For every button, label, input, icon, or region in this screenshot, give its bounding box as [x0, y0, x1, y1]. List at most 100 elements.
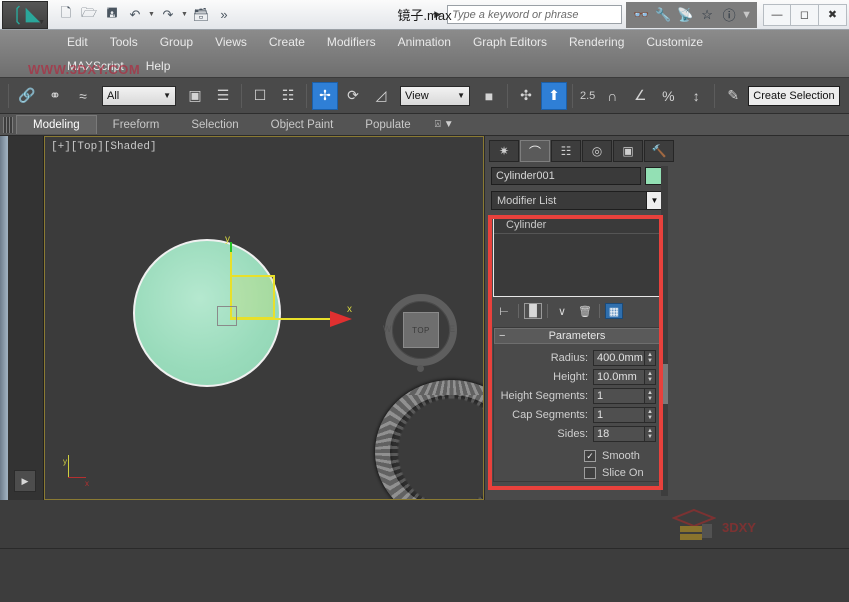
height-segments-spinner[interactable]: ▲▼	[645, 388, 656, 404]
satellite-icon[interactable]: 📡	[675, 5, 695, 25]
reference-coordinate-dropdown[interactable]: View ▼	[400, 86, 470, 106]
select-and-rotate-icon[interactable]: ⟳	[340, 82, 366, 110]
viewport-label[interactable]: [+][Top][Shaded]	[51, 141, 157, 153]
unlink-icon[interactable]: ⚭	[42, 82, 68, 110]
height-spinner[interactable]: ▲▼	[645, 369, 656, 385]
snaps-toggle-icon[interactable]: ⬆	[541, 82, 567, 110]
height-segments-input[interactable]: 1	[593, 388, 645, 404]
select-and-manipulate-icon[interactable]: ✣	[513, 82, 539, 110]
menu-customize[interactable]: Customize	[635, 35, 714, 49]
tab-freeform[interactable]: Freeform	[97, 116, 176, 134]
expand-panel-button[interactable]: ▶	[14, 470, 36, 492]
menu-edit[interactable]: Edit	[56, 35, 99, 49]
utilities-tab[interactable]: 🔨	[644, 140, 674, 162]
close-button[interactable]: ✖	[819, 4, 847, 26]
open-icon[interactable]: 🗁	[79, 5, 99, 25]
wrench-icon[interactable]: 🔧	[653, 5, 673, 25]
star-icon[interactable]: ☆	[697, 5, 717, 25]
spinner-snap-icon[interactable]: ↕	[683, 82, 709, 110]
undo-icon[interactable]: ↶	[125, 5, 145, 25]
smooth-checkbox[interactable]: ✓	[584, 450, 596, 462]
menu-graph-editors[interactable]: Graph Editors	[462, 35, 558, 49]
show-end-result-icon[interactable]: █	[524, 303, 542, 319]
bind-space-warp-icon[interactable]: ≈	[70, 82, 96, 110]
ribbon-options-dropdown[interactable]: ⍓ ▼	[435, 119, 454, 130]
ribbon-grip[interactable]	[3, 117, 13, 133]
menu-tools[interactable]: Tools	[99, 35, 149, 49]
command-panel-scrollbar[interactable]	[661, 166, 668, 496]
menu-help[interactable]: Help	[135, 59, 182, 73]
gizmo-center-box[interactable]	[217, 306, 237, 326]
app-menu-button[interactable]: ❲◣ ▼	[2, 1, 48, 29]
make-unique-icon[interactable]: ∨	[553, 303, 571, 319]
viewport-top[interactable]: [+][Top][Shaded] y x TOP W E	[44, 136, 484, 500]
cap-segments-spinner[interactable]: ▲▼	[645, 407, 656, 423]
search-input[interactable]: Type a keyword or phrase	[447, 5, 622, 24]
stack-item-cylinder[interactable]: Cylinder	[494, 218, 660, 234]
titlebar-expand-icon[interactable]: ▶	[428, 9, 447, 20]
view-cube-face[interactable]: TOP	[403, 312, 439, 348]
view-cube[interactable]: TOP W E	[385, 294, 457, 366]
menu-create[interactable]: Create	[258, 35, 316, 49]
select-by-name-icon[interactable]: ☰	[210, 82, 236, 110]
modify-tab[interactable]: ⌒	[520, 140, 550, 162]
parameters-rollout-header[interactable]: − Parameters	[494, 328, 660, 344]
remove-modifier-icon[interactable]: 🗑	[576, 303, 594, 319]
height-input[interactable]: 10.0mm	[593, 369, 645, 385]
maximize-button[interactable]: ◻	[791, 4, 819, 26]
modifier-stack[interactable]: Cylinder	[493, 215, 661, 297]
menu-modifiers[interactable]: Modifiers	[316, 35, 387, 49]
qat-more-icon[interactable]: »	[214, 5, 234, 25]
angle-snap-icon[interactable]: ∠	[627, 82, 653, 110]
use-pivot-center-icon[interactable]: ■	[476, 82, 502, 110]
minimize-button[interactable]: —	[763, 4, 791, 26]
configure-modifier-sets-icon[interactable]: ▦	[605, 303, 623, 319]
sides-spinner[interactable]: ▲▼	[645, 426, 656, 442]
motion-tab[interactable]: ◎	[582, 140, 612, 162]
redo-icon[interactable]: ↷	[158, 5, 178, 25]
gizmo-y-arrow[interactable]	[230, 242, 232, 252]
cap-segments-input[interactable]: 1	[593, 407, 645, 423]
modifier-list-dropdown[interactable]: Modifier List ▼	[491, 191, 663, 210]
create-selection-tooltip[interactable]: Create Selection	[748, 86, 839, 106]
new-icon[interactable]: 🗋	[56, 5, 76, 25]
move-gizmo[interactable]: y x	[185, 242, 345, 402]
menu-maxscript[interactable]: MAXScript	[56, 59, 135, 73]
scrollbar-thumb[interactable]	[661, 364, 668, 404]
hierarchy-tab[interactable]: ☷	[551, 140, 581, 162]
rectangular-select-region-icon[interactable]: ☐	[247, 82, 273, 110]
percent-snap-icon[interactable]: %	[655, 82, 681, 110]
radius-spinner[interactable]: ▲▼	[645, 350, 656, 366]
help-dropdown-icon[interactable]: ▼	[741, 9, 752, 21]
select-link-icon[interactable]: 🔗	[14, 82, 40, 110]
menu-group[interactable]: Group	[149, 35, 204, 49]
object-name-input[interactable]: Cylinder001	[491, 167, 641, 185]
tab-object-paint[interactable]: Object Paint	[255, 116, 350, 134]
menu-views[interactable]: Views	[204, 35, 258, 49]
save-icon[interactable]: 🖪	[102, 5, 122, 25]
create-tab[interactable]: ✷	[489, 140, 519, 162]
selection-filter-dropdown[interactable]: All ▼	[102, 86, 176, 106]
undo-dropdown-icon[interactable]: ▼	[148, 11, 155, 18]
window-crossing-icon[interactable]: ☷	[275, 82, 301, 110]
display-tab[interactable]: ▣	[613, 140, 643, 162]
menu-rendering[interactable]: Rendering	[558, 35, 635, 49]
view-cube-nub[interactable]	[417, 365, 424, 372]
redo-dropdown-icon[interactable]: ▼	[181, 11, 188, 18]
slice-on-checkbox[interactable]	[584, 467, 596, 479]
sides-input[interactable]: 18	[593, 426, 645, 442]
help-icon[interactable]: ⓘ	[719, 5, 739, 25]
named-selection-sets-icon[interactable]: ✎	[720, 82, 746, 110]
binoculars-icon[interactable]: 👓	[631, 5, 651, 25]
tab-selection[interactable]: Selection	[175, 116, 254, 134]
select-object-icon[interactable]: ▣	[182, 82, 208, 110]
tab-modeling[interactable]: Modeling	[16, 115, 97, 134]
select-and-scale-icon[interactable]: ◿	[368, 82, 394, 110]
snap-magnet-icon[interactable]: ∩	[599, 82, 625, 110]
tab-populate[interactable]: Populate	[349, 116, 426, 134]
menu-animation[interactable]: Animation	[387, 35, 462, 49]
radius-input[interactable]: 400.0mm	[593, 350, 645, 366]
set-project-folder-icon[interactable]: 🗃	[191, 5, 211, 25]
select-and-move-icon[interactable]: ✢	[312, 82, 338, 110]
pin-stack-icon[interactable]: ⊢	[495, 303, 513, 319]
